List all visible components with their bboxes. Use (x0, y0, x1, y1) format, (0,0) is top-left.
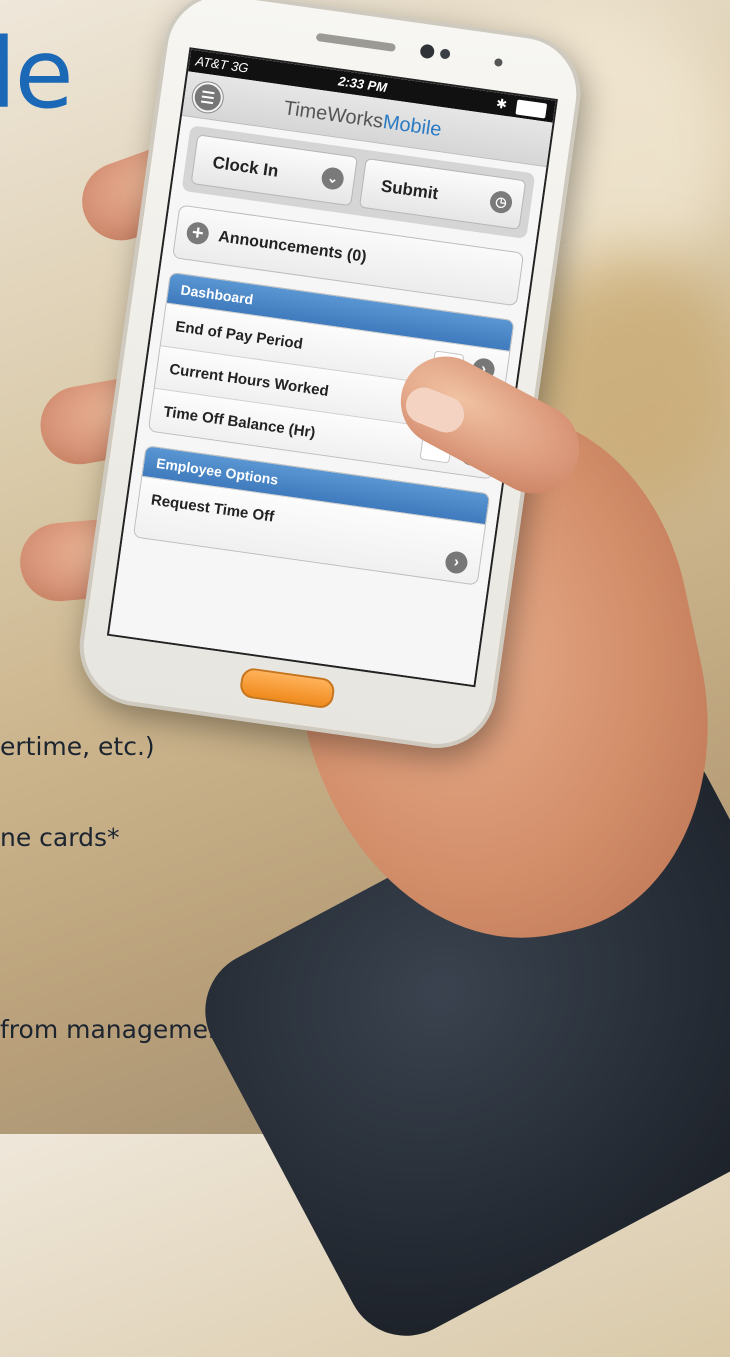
clock-in-label: Clock In (211, 152, 280, 181)
announcements-label: Announcements (0) (217, 228, 368, 266)
background-text-line: from management (0, 1015, 234, 1044)
plus-icon: + (185, 220, 211, 246)
chevron-right-icon: › (444, 550, 469, 575)
row-label: End of Pay Period (174, 318, 304, 353)
clock-icon: ◷ (488, 189, 514, 215)
clock-time: 2:33 PM (337, 73, 389, 96)
chevron-down-icon: ⌄ (320, 166, 346, 191)
battery-icon (515, 99, 548, 119)
submit-label: Submit (379, 176, 440, 204)
app-title-suffix: Mobile (381, 111, 443, 142)
submit-button[interactable]: Submit ◷ (358, 157, 527, 230)
carrier-label: AT&T 3G (194, 53, 250, 76)
row-label: Time Off Balance (Hr) (162, 403, 317, 442)
background-heading: le (0, 18, 74, 130)
row-label: Request Time Off (150, 491, 276, 526)
app-title-prefix: TimeWorks (282, 97, 385, 133)
background-text-line: ne cards* (0, 823, 120, 852)
bluetooth-icon: ✱ (495, 95, 509, 112)
menu-icon[interactable] (190, 80, 225, 115)
clock-in-button[interactable]: Clock In ⌄ (190, 134, 358, 207)
background-text-line: ertime, etc.) (0, 732, 155, 761)
